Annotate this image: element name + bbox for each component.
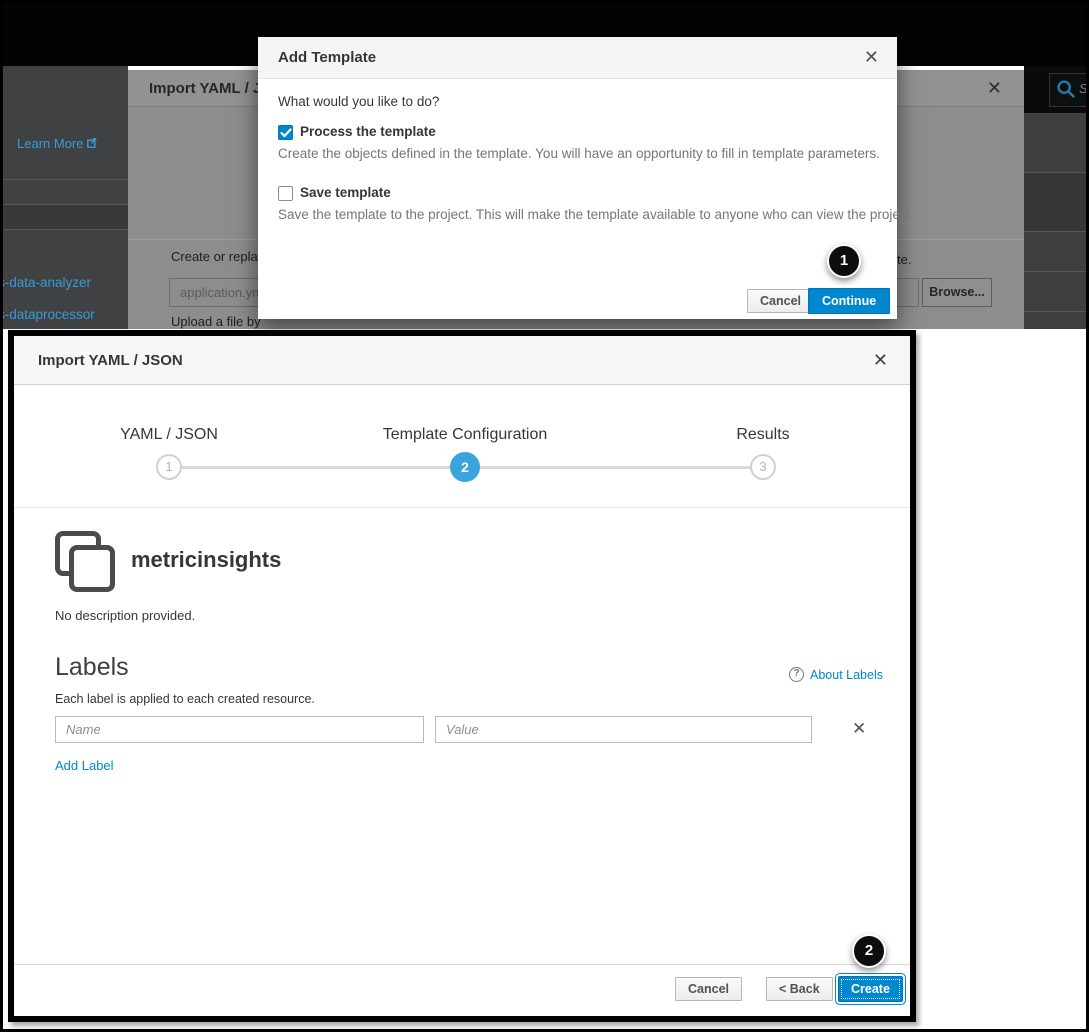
question-text: What would you like to do? (278, 94, 440, 109)
upload-hint-text: Upload a file by (171, 314, 261, 329)
divider (3, 229, 128, 230)
divider (3, 204, 128, 205)
background-right-panel (1024, 113, 1086, 329)
modal-header: Add Template ✕ (258, 37, 897, 79)
label-name-input[interactable] (55, 716, 424, 743)
learn-more-link: Learn More (17, 136, 97, 151)
add-template-modal: Add Template ✕ What would you like to do… (258, 37, 914, 319)
import-yaml-json-dialog: Import YAML / JSON ✕ YAML / JSON Templat… (8, 330, 916, 1022)
add-label-link[interactable]: Add Label (55, 758, 114, 773)
search-icon (1057, 80, 1075, 98)
close-icon[interactable]: ✕ (864, 47, 879, 68)
labels-hint: Each label is applied to each created re… (55, 692, 315, 706)
help-icon: ? (789, 667, 804, 682)
project-link: s-data-analyzer (3, 275, 92, 290)
dialog-title: Import YAML / JSON (38, 352, 183, 369)
step-label-results: Results (736, 426, 790, 443)
step-circle-3[interactable]: 3 (750, 454, 776, 480)
browse-button: Browse... (922, 278, 992, 307)
modal-title: Add Template (278, 49, 377, 66)
remove-label-icon[interactable]: ✕ (852, 719, 866, 739)
about-labels-link[interactable]: About Labels (810, 668, 883, 682)
template-name: metricinsights (131, 547, 282, 572)
dialog-header: Import YAML / JSON ✕ (14, 336, 910, 385)
search-placeholder-fragment: S (1079, 81, 1086, 96)
save-template-label: Save template (300, 185, 391, 200)
save-template-description: Save the template to the project. This w… (278, 207, 915, 222)
background-left-panel: Learn More s-data-analyzer s-dataprocess… (3, 66, 128, 329)
project-link: s-dataprocessor (3, 307, 95, 322)
wizard-stepper: YAML / JSON Template Configuration Resul… (14, 385, 910, 508)
screenshot-root: S Learn More s-data-analyzer s-dataproce… (0, 0, 1089, 1032)
divider (1024, 172, 1086, 173)
annotation-badge-2: 2 (852, 934, 886, 968)
step-circle-1[interactable]: 1 (156, 454, 182, 480)
template-description: No description provided. (55, 608, 196, 623)
step-label-yaml-json: YAML / JSON (120, 426, 218, 443)
footer-divider (14, 964, 910, 965)
create-button[interactable]: Create (838, 976, 903, 1002)
process-template-description: Create the objects defined in the templa… (278, 146, 880, 161)
template-icon (69, 545, 115, 592)
close-icon: ✕ (986, 78, 1002, 98)
back-button[interactable]: < Back (766, 977, 833, 1001)
divider (1024, 231, 1086, 232)
save-template-checkbox[interactable] (278, 186, 293, 201)
check-icon (280, 128, 292, 138)
cancel-button[interactable]: Cancel (675, 977, 742, 1001)
masthead-search: S (1024, 66, 1086, 113)
cancel-button[interactable]: Cancel (747, 289, 814, 313)
table-row (3, 204, 128, 229)
labels-heading: Labels (55, 653, 129, 681)
external-link-icon (87, 138, 97, 148)
label-value-input[interactable] (435, 716, 812, 743)
annotation-badge-1: 1 (827, 244, 861, 278)
divider (1024, 271, 1086, 272)
sentence-tail-text: te. (897, 252, 912, 267)
table-row (1024, 172, 1086, 231)
process-template-checkbox[interactable] (278, 125, 293, 140)
process-template-label: Process the template (300, 124, 436, 139)
step-label-template-configuration: Template Configuration (382, 426, 548, 443)
divider (3, 179, 128, 180)
create-or-replace-text: Create or replac (171, 249, 265, 264)
continue-button[interactable]: Continue (808, 288, 891, 314)
divider (1024, 311, 1086, 312)
close-icon[interactable]: ✕ (873, 350, 888, 371)
step-circle-2-active[interactable]: 2 (450, 452, 480, 482)
